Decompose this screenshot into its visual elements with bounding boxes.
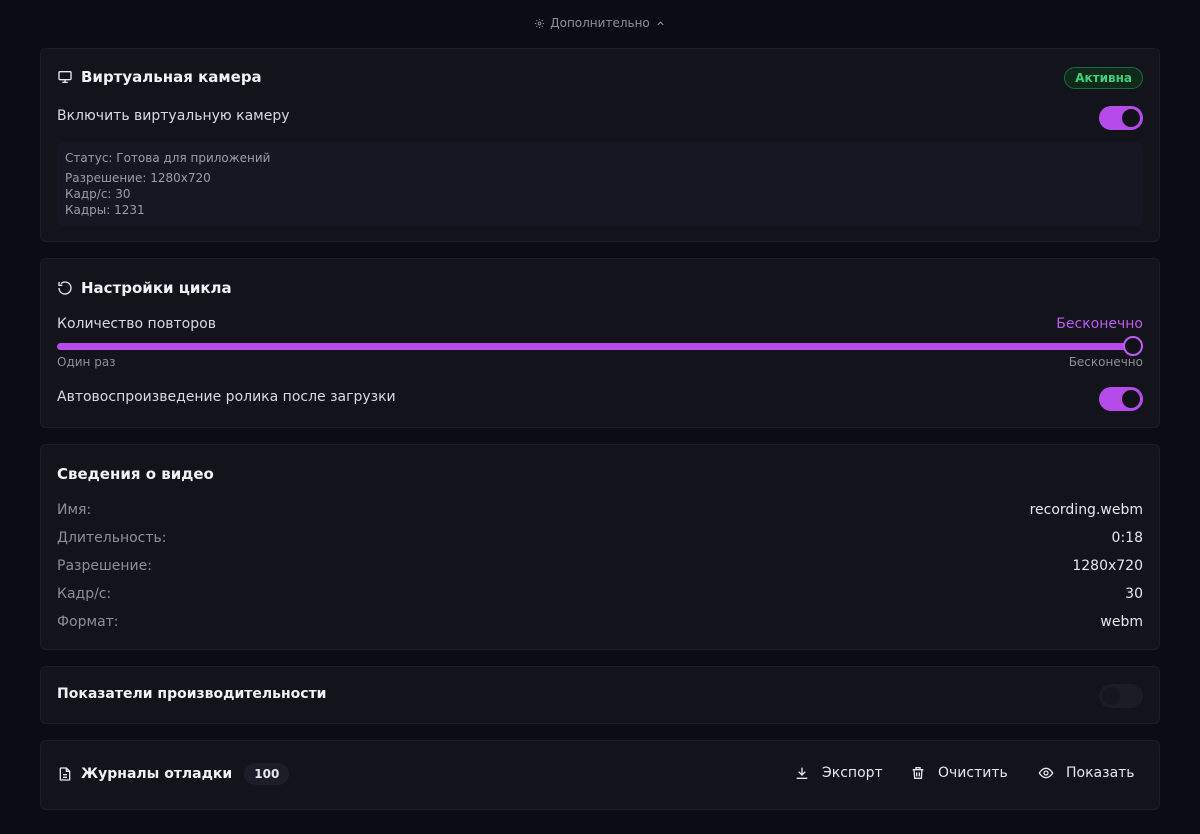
loop-settings-title: Настройки цикла <box>57 279 232 297</box>
monitor-icon <box>58 71 72 83</box>
debug-logs-title: Журналы отладки 100 <box>57 763 290 785</box>
camera-resolution-line: Разрешение: 1280x720 <box>65 171 211 185</box>
refresh-icon <box>58 281 72 295</box>
toggle-knob <box>1102 687 1120 705</box>
camera-fps-line: Кадр/с: 30 <box>65 187 131 201</box>
autoplay-toggle[interactable] <box>1099 387 1143 411</box>
clear-button[interactable]: Очистить <box>910 763 1008 783</box>
info-key: Формат: <box>57 614 119 630</box>
video-info-title: Сведения о видео <box>57 465 214 483</box>
debug-logs-title-text: Журналы отладки <box>81 766 233 782</box>
status-badge: Активна <box>1064 67 1143 89</box>
repeat-count-value: Бесконечно <box>1056 316 1143 332</box>
show-button[interactable]: Показать <box>1038 763 1135 783</box>
info-key: Длительность: <box>57 530 167 546</box>
virtual-camera-title-text: Виртуальная камера <box>81 68 262 86</box>
download-icon <box>796 767 808 779</box>
gear-icon <box>535 18 545 28</box>
loop-settings-card: Настройки цикла Количество повторов Беск… <box>40 258 1160 428</box>
toggle-knob <box>1122 109 1140 127</box>
info-value: 1280x720 <box>1072 558 1143 574</box>
performance-title: Показатели производительности <box>57 686 327 702</box>
camera-status-line: Статус: Готова для приложений <box>65 151 271 165</box>
log-count-badge: 100 <box>244 763 290 785</box>
performance-toggle[interactable] <box>1099 684 1143 708</box>
slider-min-label: Один раз <box>57 355 116 369</box>
loop-settings-title-text: Настройки цикла <box>81 279 232 297</box>
info-row-duration: Длительность: 0:18 <box>57 530 1143 546</box>
export-label: Экспорт <box>822 765 883 781</box>
video-info-card: Сведения о видео Имя: recording.webm Дли… <box>40 444 1160 650</box>
slider-max-label: Бесконечно <box>1068 355 1143 369</box>
clear-label: Очистить <box>938 765 1008 781</box>
show-label: Показать <box>1066 765 1135 781</box>
autoplay-label: Автовоспроизведение ролика после загрузк… <box>57 389 396 405</box>
debug-logs-card: Журналы отладки 100 Экспорт Очистить Пок… <box>40 740 1160 810</box>
camera-status-box: Статус: Готова для приложений Разрешение… <box>57 142 1143 226</box>
repeat-slider-track[interactable] <box>57 343 1143 350</box>
virtual-camera-title: Виртуальная камера <box>57 68 262 86</box>
advanced-toggle[interactable]: Дополнительно <box>0 14 1200 32</box>
virtual-camera-toggle[interactable] <box>1099 106 1143 130</box>
info-row-name: Имя: recording.webm <box>57 502 1143 518</box>
info-key: Разрешение: <box>57 558 152 574</box>
trash-icon <box>912 767 924 779</box>
camera-frames-line: Кадры: 1231 <box>65 203 145 217</box>
export-button[interactable]: Экспорт <box>794 763 883 783</box>
eye-icon <box>1038 767 1054 779</box>
info-value: webm <box>1100 614 1143 630</box>
virtual-camera-card: Виртуальная камера Активна Включить вирт… <box>40 48 1160 242</box>
info-value: recording.webm <box>1029 502 1143 518</box>
enable-virtual-camera-label: Включить виртуальную камеру <box>57 108 290 124</box>
info-key: Кадр/с: <box>57 586 112 602</box>
chevron-up-icon <box>657 20 664 25</box>
info-value: 30 <box>1125 586 1143 602</box>
toggle-knob <box>1122 390 1140 408</box>
advanced-toggle-label: Дополнительно <box>550 16 650 30</box>
repeat-count-label: Количество повторов <box>57 316 216 332</box>
info-row-resolution: Разрешение: 1280x720 <box>57 558 1143 574</box>
info-value: 0:18 <box>1111 530 1143 546</box>
file-icon <box>59 767 71 781</box>
performance-card: Показатели производительности <box>40 666 1160 724</box>
info-row-fps: Кадр/с: 30 <box>57 586 1143 602</box>
repeat-slider-thumb[interactable] <box>1123 336 1143 356</box>
info-row-format: Формат: webm <box>57 614 1143 630</box>
info-key: Имя: <box>57 502 92 518</box>
